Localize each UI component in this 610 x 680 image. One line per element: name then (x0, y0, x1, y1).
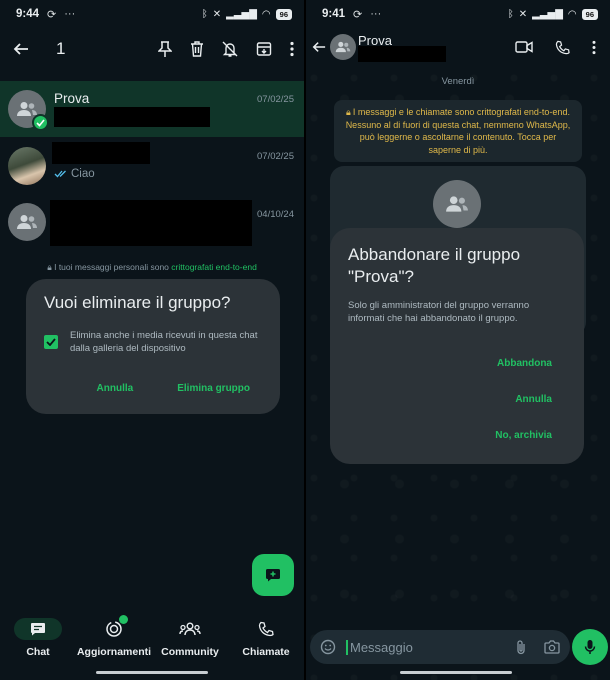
community-icon (179, 622, 201, 636)
message-composer: Messaggio (310, 630, 570, 664)
delete-group-button[interactable]: Elimina gruppo (177, 383, 250, 394)
bottom-navigation: Chat Aggiornamenti Community Chiamate (0, 612, 304, 668)
dialog-title: Vuoi eliminare il gruppo? (44, 293, 231, 312)
selected-count: 1 (56, 39, 66, 58)
mute-notifications-icon[interactable] (222, 41, 238, 57)
cancel-button[interactable]: Annulla (515, 394, 552, 405)
battery-icon: 96 (275, 8, 292, 20)
emoji-icon[interactable] (320, 639, 336, 655)
more-notifications-icon: ··· (370, 8, 382, 20)
tab-calls-label: Chiamate (242, 646, 290, 658)
contact-avatar (8, 147, 46, 185)
bluetooth-icon: ᛒ (507, 8, 514, 20)
leave-button[interactable]: Abbandona (497, 358, 552, 369)
more-notifications-icon: ··· (64, 8, 76, 20)
status-bar: 9:44 ⟳ ··· ᛒ ✕ ▂▃▅▇ ◠ 96 (0, 0, 304, 28)
double-check-icon (54, 170, 66, 178)
redacted-subtitle (358, 46, 446, 62)
chat-date: 07/02/25 (257, 94, 294, 105)
tab-updates[interactable]: Aggiornamenti (76, 612, 152, 668)
delete-media-label: Elimina anche i media ricevuti in questa… (70, 330, 258, 354)
signal-icon: ▂▃▅▇ (532, 8, 563, 20)
tab-calls[interactable]: Chiamate (228, 612, 304, 668)
tab-chat[interactable]: Chat (0, 612, 76, 668)
date-divider: Venerdì (441, 76, 475, 87)
status-time: 9:44 (16, 8, 40, 20)
chat-preview: Ciao (71, 168, 95, 180)
chat-date: 04/10/24 (257, 209, 294, 220)
e2e-notice[interactable]: 🔒︎ I tuoi messaggi personali sono critto… (0, 262, 304, 273)
microphone-icon (584, 640, 596, 654)
lock-icon: 🔒︎ (346, 107, 351, 117)
tab-community-label: Community (161, 646, 219, 658)
delete-media-option[interactable]: Elimina anche i media ricevuti in questa… (44, 329, 262, 355)
pin-icon[interactable] (158, 41, 172, 57)
video-call-icon[interactable] (515, 41, 533, 53)
tab-updates-label: Aggiornamenti (76, 646, 152, 658)
selection-toolbar: 1 (0, 28, 304, 70)
sync-icon: ⟳ (47, 8, 57, 21)
home-indicator[interactable] (400, 671, 512, 674)
chat-date: 07/02/25 (257, 151, 294, 162)
phone-icon (258, 621, 274, 637)
leave-group-dialog: Abbandonare il gruppo "Prova"? Solo gli … (330, 228, 584, 464)
delete-group-dialog: Vuoi eliminare il gruppo? Elimina anche … (26, 279, 280, 414)
dialog-title: Abbandonare il gruppo "Prova"? (348, 245, 521, 286)
wifi-icon: ◠ (261, 8, 271, 20)
selected-check-icon (32, 114, 49, 131)
redacted-chat-info (50, 200, 252, 246)
group-icon (335, 41, 351, 53)
group-avatar (8, 203, 46, 241)
overflow-menu-icon[interactable] (290, 41, 294, 57)
delete-media-checkbox[interactable] (44, 335, 58, 349)
chat-row[interactable]: 07/02/25 Ciao (0, 138, 304, 194)
mute-icon: ✕ (518, 8, 528, 20)
sync-icon: ⟳ (353, 8, 363, 21)
back-arrow-icon[interactable] (10, 38, 32, 60)
dialog-body: Solo gli amministratori del gruppo verra… (348, 300, 530, 324)
group-avatar-large (433, 180, 481, 228)
cancel-button[interactable]: Annulla (97, 383, 134, 394)
mute-icon: ✕ (212, 8, 222, 20)
message-input[interactable]: Messaggio (346, 639, 413, 655)
delete-icon[interactable] (190, 41, 204, 57)
voice-call-icon[interactable] (555, 40, 570, 55)
tab-chat-label: Chat (26, 646, 50, 658)
chat-icon (31, 623, 45, 636)
new-chat-icon (266, 569, 280, 582)
back-arrow-icon[interactable] (312, 40, 326, 54)
chat-name: Prova (54, 91, 90, 106)
archive-icon[interactable] (256, 41, 272, 57)
status-time: 9:41 (322, 8, 346, 20)
attach-icon[interactable] (516, 639, 526, 655)
lock-icon: 🔒︎ (47, 262, 52, 272)
redacted-preview (54, 107, 210, 127)
bluetooth-icon: ᛒ (201, 8, 208, 20)
home-indicator[interactable] (96, 671, 208, 674)
archive-button[interactable]: No, archivia (495, 430, 552, 441)
group-icon (446, 196, 468, 212)
signal-icon: ▂▃▅▇ (226, 8, 257, 20)
new-chat-button[interactable] (252, 554, 294, 596)
overflow-menu-icon[interactable] (592, 40, 596, 55)
right-screen: 9:41 ⟳ ··· ᛒ ✕ ▂▃▅▇ ◠ 96 Prova Venerdì 🔒… (306, 0, 610, 680)
wifi-icon: ◠ (567, 8, 577, 20)
status-bar: 9:41 ⟳ ··· ᛒ ✕ ▂▃▅▇ ◠ 96 (306, 0, 610, 28)
redacted-name (52, 142, 150, 164)
battery-icon: 96 (581, 8, 598, 20)
e2e-link[interactable]: crittografati end-to-end (171, 262, 257, 272)
group-icon (17, 215, 37, 229)
voice-message-button[interactable] (572, 629, 608, 665)
chat-row-prova[interactable]: Prova 07/02/25 (0, 81, 304, 137)
encryption-notice[interactable]: 🔒︎ I messaggi e le chiamate sono crittogr… (334, 100, 582, 162)
updates-badge (119, 615, 128, 624)
group-avatar[interactable] (330, 34, 356, 60)
tab-community[interactable]: Community (152, 612, 228, 668)
camera-icon[interactable] (544, 639, 560, 655)
left-screen: 9:44 ⟳ ··· ᛒ ✕ ▂▃▅▇ ◠ 96 1 Prova 07/02/2… (0, 0, 304, 680)
chat-row[interactable]: 04/10/24 (0, 194, 304, 250)
chat-header: Prova (306, 28, 610, 66)
group-avatar (8, 90, 49, 131)
